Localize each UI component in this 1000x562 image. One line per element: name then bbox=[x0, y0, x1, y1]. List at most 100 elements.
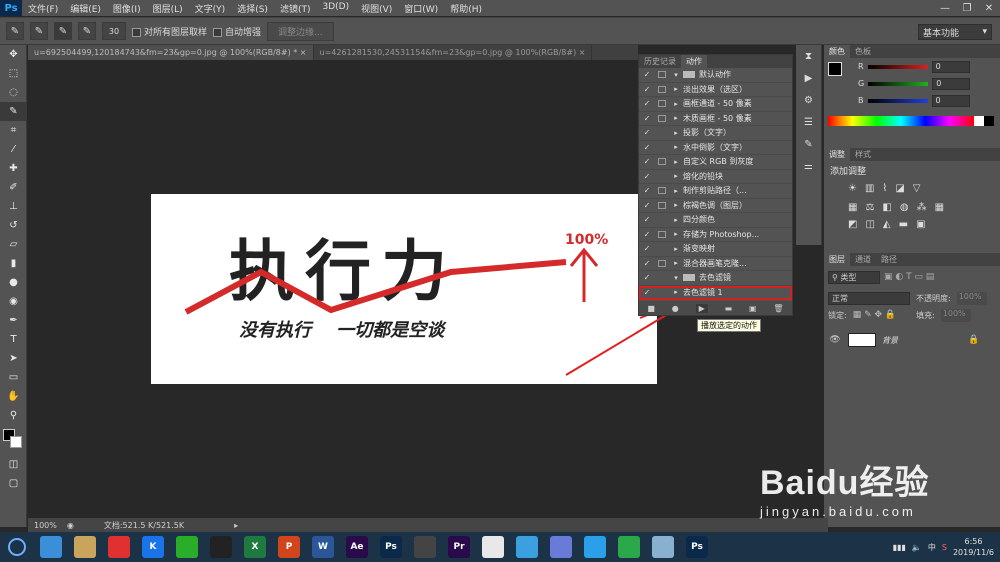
workspace-select[interactable]: 基本功能 ▾ bbox=[918, 24, 992, 40]
document-tab-1[interactable]: u=692504499,120184743&fm=23&gp=0.jpg @ 1… bbox=[28, 45, 314, 60]
blend-mode-select[interactable]: 正常 bbox=[828, 291, 910, 305]
eyedropper-tool-icon[interactable]: ⁄ bbox=[0, 140, 27, 159]
refine-edge-button[interactable]: 调整边缘... bbox=[267, 21, 334, 41]
hue-icon[interactable]: ▦ bbox=[848, 202, 857, 213]
levels-icon[interactable]: ▥ bbox=[865, 183, 874, 194]
tab-styles[interactable]: 样式 bbox=[850, 148, 876, 161]
action-row[interactable]: ✓ ▸ 淡出效果（选区） bbox=[639, 83, 792, 97]
tab-paths[interactable]: 路径 bbox=[876, 253, 902, 266]
green-slider[interactable] bbox=[868, 81, 929, 86]
quick-select-subtract-icon[interactable]: ✎ bbox=[78, 22, 96, 40]
network-icon[interactable]: ▮▮▮ bbox=[893, 543, 906, 552]
check-icon[interactable]: ✓ bbox=[639, 201, 655, 210]
blue-value[interactable]: 0 bbox=[931, 94, 970, 107]
green-value[interactable]: 0 bbox=[932, 77, 971, 90]
taskbar-app-4[interactable] bbox=[172, 534, 202, 560]
crop-tool-icon[interactable]: ⌗ bbox=[0, 121, 27, 140]
menu-item-1[interactable]: 编辑(E) bbox=[64, 2, 107, 15]
taskbar-app-1[interactable] bbox=[70, 534, 100, 560]
expand-icon[interactable]: ▸ bbox=[669, 216, 683, 224]
action-row[interactable]: ✓ ▸ 渐变映射 bbox=[639, 242, 792, 257]
close-icon[interactable]: × bbox=[300, 48, 307, 57]
taskbar-app-3[interactable]: K bbox=[138, 534, 168, 560]
ime-indicator[interactable]: 中 bbox=[928, 542, 936, 553]
action-row[interactable]: ✓ ▸ 混合器画笔克隆... bbox=[639, 257, 792, 271]
properties-icon[interactable]: ☰ bbox=[796, 111, 821, 133]
play-icon[interactable]: ▶ bbox=[695, 303, 708, 313]
action-row[interactable]: ✓ ▾ 默认动作 bbox=[639, 68, 792, 83]
dialog-toggle-icon[interactable] bbox=[655, 158, 669, 166]
auto-enhance-checkbox[interactable]: 自动增强 bbox=[213, 25, 261, 38]
zoom-level[interactable]: 100% bbox=[34, 521, 57, 530]
volume-icon[interactable]: 🔈 bbox=[912, 543, 922, 552]
action-row[interactable]: ✓ ▸ 自定义 RGB 到灰度 bbox=[639, 155, 792, 170]
quick-select-add-icon[interactable]: ✎ bbox=[54, 22, 72, 40]
check-icon[interactable]: ✓ bbox=[639, 85, 655, 94]
taskbar-app-10[interactable]: Ps bbox=[376, 534, 406, 560]
taskbar-app-14[interactable] bbox=[512, 534, 542, 560]
close-icon[interactable]: × bbox=[579, 48, 586, 57]
history-panel-icon[interactable]: ⧗ bbox=[796, 45, 821, 67]
selective-color-icon[interactable]: ▣ bbox=[916, 219, 925, 230]
dialog-toggle-icon[interactable] bbox=[655, 187, 669, 195]
posterize-icon[interactable]: ◫ bbox=[865, 219, 874, 230]
foreground-color-swatch[interactable] bbox=[828, 62, 842, 76]
check-icon[interactable]: ✓ bbox=[639, 288, 655, 297]
eraser-tool-icon[interactable]: ▱ bbox=[0, 235, 27, 254]
dialog-toggle-icon[interactable] bbox=[655, 114, 669, 122]
check-icon[interactable]: ✓ bbox=[639, 186, 655, 195]
layer-filter-select[interactable]: ⚲ 类型 bbox=[828, 270, 880, 284]
brush-size-picker[interactable]: 30 bbox=[102, 22, 126, 40]
quick-select-new-icon[interactable]: ✎ bbox=[30, 22, 48, 40]
taskbar-app-11[interactable] bbox=[410, 534, 440, 560]
photo-filter-icon[interactable]: ◍ bbox=[900, 202, 909, 213]
lasso-tool-icon[interactable]: ◌ bbox=[0, 83, 27, 102]
threshold-icon[interactable]: ◭ bbox=[883, 219, 891, 230]
expand-icon[interactable]: ▸ bbox=[669, 85, 683, 93]
menu-item-10[interactable]: 帮助(H) bbox=[444, 2, 488, 15]
path-select-icon[interactable]: ➤ bbox=[0, 349, 27, 368]
spectrum-white-black[interactable] bbox=[974, 116, 994, 126]
expand-icon[interactable]: ▸ bbox=[669, 129, 683, 137]
history-brush-icon[interactable]: ↺ bbox=[0, 216, 27, 235]
hand-tool-icon[interactable]: ✋ bbox=[0, 387, 27, 406]
expand-icon[interactable]: ▸ bbox=[669, 172, 683, 180]
quick-mask-icon[interactable]: ◫ bbox=[0, 455, 27, 474]
red-value[interactable]: 0 bbox=[931, 60, 970, 73]
stop-icon[interactable]: ■ bbox=[647, 304, 655, 313]
taskbar-app-0[interactable] bbox=[36, 534, 66, 560]
dialog-toggle-icon[interactable] bbox=[655, 85, 669, 93]
red-slider[interactable] bbox=[867, 64, 928, 69]
tool-preset-icon[interactable]: ✎ bbox=[6, 22, 24, 40]
vibrance-icon[interactable]: ▽ bbox=[913, 183, 921, 194]
expand-icon[interactable]: ▸ bbox=[669, 245, 683, 253]
dialog-toggle-icon[interactable] bbox=[655, 201, 669, 209]
zoom-tool-icon[interactable]: ⚲ bbox=[0, 406, 27, 425]
menu-item-6[interactable]: 滤镜(T) bbox=[274, 2, 317, 15]
action-row[interactable]: ✓ ▸ 投影（文字） bbox=[639, 126, 792, 141]
expand-icon[interactable]: ▸ bbox=[669, 100, 683, 108]
menu-item-7[interactable]: 3D(D) bbox=[316, 2, 355, 15]
menu-item-3[interactable]: 图层(L) bbox=[147, 2, 189, 15]
tab-color[interactable]: 颜色 bbox=[824, 45, 850, 58]
fill-input[interactable]: 100% bbox=[940, 308, 971, 322]
opacity-input[interactable]: 100% bbox=[956, 291, 987, 305]
eye-icon[interactable]: 👁 bbox=[828, 335, 842, 345]
blue-slider[interactable] bbox=[867, 98, 928, 103]
taskbar-app-8[interactable]: W bbox=[308, 534, 338, 560]
taskbar-app-16[interactable] bbox=[580, 534, 610, 560]
gradient-map-icon[interactable]: ▬ bbox=[899, 219, 908, 230]
expand-icon[interactable]: ▸ bbox=[669, 114, 683, 122]
brightness-icon[interactable]: ☀ bbox=[848, 183, 857, 194]
tab-swatches[interactable]: 色板 bbox=[850, 45, 876, 58]
taskbar-app-2[interactable] bbox=[104, 534, 134, 560]
new-action-icon[interactable]: ▣ bbox=[749, 304, 757, 313]
screen-mode-icon[interactable]: ▢ bbox=[0, 474, 27, 493]
dialog-toggle-icon[interactable] bbox=[655, 71, 669, 79]
dialog-toggle-icon[interactable] bbox=[655, 100, 669, 108]
check-icon[interactable]: ✓ bbox=[639, 230, 655, 239]
color-spectrum-bar[interactable] bbox=[828, 116, 974, 126]
expand-icon[interactable]: ▸ bbox=[669, 259, 683, 267]
clone-stamp-icon[interactable]: ⊥ bbox=[0, 197, 27, 216]
check-icon[interactable]: ✓ bbox=[639, 70, 655, 79]
